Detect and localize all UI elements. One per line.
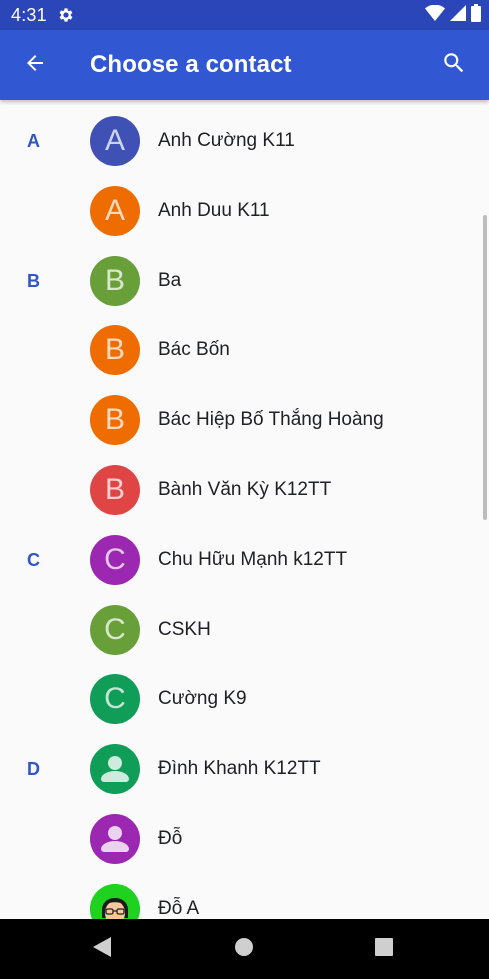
contact-row[interactable]: C C Chu Hữu Mạnh k12TT xyxy=(0,525,489,595)
contact-name: Đỗ xyxy=(158,828,183,849)
section-header-letter: B xyxy=(27,271,40,291)
contact-name: Chu Hữu Mạnh k12TT xyxy=(158,549,348,570)
person-icon xyxy=(90,814,140,864)
page-title: Choose a contact xyxy=(90,51,292,78)
avatar xyxy=(90,884,140,919)
contact-name: Anh Duu K11 xyxy=(158,200,270,221)
search-button[interactable] xyxy=(433,44,475,86)
navigation-bar xyxy=(0,919,489,979)
nav-home-icon xyxy=(234,937,254,962)
contact-row[interactable]: B Bành Văn Kỳ K12TT xyxy=(0,455,489,525)
contact-name: Bác Bốn xyxy=(158,339,230,360)
avatar: B xyxy=(90,256,140,306)
section-header-letter: D xyxy=(27,759,40,779)
contact-name: CSKH xyxy=(158,619,211,640)
avatar: C xyxy=(90,605,140,655)
nav-recents-button[interactable] xyxy=(370,935,398,963)
avatar: B xyxy=(90,325,140,375)
contact-row[interactable]: B Bác Bốn xyxy=(0,315,489,385)
contact-picker-screen: 4:31 Choose a contact A A Anh Cường K11 … xyxy=(0,0,489,979)
contact-row[interactable]: B Bác Hiệp Bố Thắng Hoàng xyxy=(0,385,489,455)
contact-name: Bành Văn Kỳ K12TT xyxy=(158,479,332,500)
avatar xyxy=(90,744,140,794)
avatar: B xyxy=(90,395,140,445)
contact-row[interactable]: B B Ba xyxy=(0,246,489,316)
contact-name: Ba xyxy=(158,270,182,291)
contact-list[interactable]: A A Anh Cường K11 A Anh Duu K11 B B Ba B Bác Bốn B… xyxy=(0,100,489,919)
battery-icon xyxy=(471,3,481,27)
avatar: C xyxy=(90,535,140,585)
arrow-back-icon xyxy=(23,51,47,80)
back-button[interactable] xyxy=(14,44,56,86)
contact-row[interactable]: Đỗ A xyxy=(0,874,489,919)
avatar: A xyxy=(90,116,140,166)
section-header-letter: A xyxy=(27,131,40,151)
status-icons xyxy=(425,3,481,27)
contact-name: Bác Hiệp Bố Thắng Hoàng xyxy=(158,409,384,430)
avatar: B xyxy=(90,465,140,515)
nav-back-icon xyxy=(92,936,112,963)
nav-recents-icon xyxy=(374,937,394,962)
contact-name: Cường K9 xyxy=(158,688,247,709)
contact-row[interactable]: D Đình Khanh K12TT xyxy=(0,734,489,804)
contact-row[interactable]: C CSKH xyxy=(0,595,489,665)
search-icon xyxy=(441,50,467,81)
section-header-letter: C xyxy=(27,550,40,570)
avatar xyxy=(90,814,140,864)
status-time: 4:31 xyxy=(11,5,47,25)
contact-row[interactable]: A Anh Duu K11 xyxy=(0,176,489,246)
contact-name: Đỗ A xyxy=(158,898,200,919)
status-bar: 4:31 xyxy=(0,0,489,30)
contact-row[interactable]: C Cường K9 xyxy=(0,664,489,734)
nav-home-button[interactable] xyxy=(230,935,258,963)
avatar: C xyxy=(90,674,140,724)
wifi-icon xyxy=(425,4,445,26)
contact-row[interactable]: A A Anh Cường K11 xyxy=(0,106,489,176)
gear-icon xyxy=(57,6,75,24)
person-icon xyxy=(90,744,140,794)
contact-row[interactable]: Đỗ xyxy=(0,804,489,874)
app-bar: Choose a contact xyxy=(0,30,489,100)
avatar-photo xyxy=(90,884,140,919)
avatar: A xyxy=(90,186,140,236)
contact-name: Đình Khanh K12TT xyxy=(158,758,321,779)
signal-icon xyxy=(450,4,466,26)
contact-name: Anh Cường K11 xyxy=(158,130,295,151)
nav-back-button[interactable] xyxy=(88,935,116,963)
